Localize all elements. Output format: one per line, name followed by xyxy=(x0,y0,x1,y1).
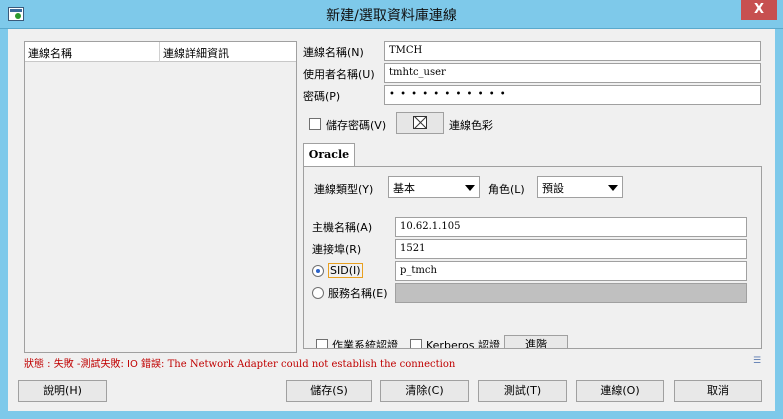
connection-list-header: 連線名稱 連線詳細資訊 xyxy=(25,42,296,62)
sid-label: SID(I) xyxy=(328,263,363,278)
role-label: 角色(L) xyxy=(488,183,525,196)
status-error-text: The Network Adapter could not establish … xyxy=(167,359,456,370)
cancel-button[interactable]: 取消 xyxy=(674,380,762,402)
column-header-name[interactable]: 連線名稱 xyxy=(28,45,72,61)
connection-list[interactable]: 連線名稱 連線詳細資訊 xyxy=(24,41,297,353)
color-picker-icon xyxy=(413,116,427,129)
hostname-label: 主機名稱(A) xyxy=(312,221,373,234)
help-button[interactable]: 說明(H) xyxy=(18,380,107,402)
menu-icon[interactable]: ☰ xyxy=(753,357,762,366)
connection-name-label: 連線名稱(N) xyxy=(303,46,364,59)
status-prefix: 狀態 : 失敗 -測試失敗: IO 錯誤: xyxy=(24,359,168,370)
kerberos-label: Kerberos 認證 xyxy=(426,339,500,349)
sid-radio[interactable] xyxy=(312,265,324,277)
test-button[interactable]: 測試(T) xyxy=(478,380,567,402)
username-label: 使用者名稱(U) xyxy=(303,68,375,81)
username-input[interactable]: tmhtc_user xyxy=(384,63,761,83)
connection-color-label: 連線色彩 xyxy=(449,119,493,132)
chevron-down-icon xyxy=(465,185,475,191)
role-select[interactable]: 預設 xyxy=(537,176,623,198)
column-header-details[interactable]: 連線詳細資訊 xyxy=(163,45,229,61)
service-name-label: 服務名稱(E) xyxy=(328,287,388,300)
password-input[interactable]: • • • • • • • • • • • xyxy=(384,85,761,105)
hostname-input[interactable]: 10.62.1.105 xyxy=(395,217,747,237)
close-button[interactable]: X xyxy=(741,0,777,20)
connection-color-button[interactable] xyxy=(396,112,444,134)
kerberos-checkbox[interactable] xyxy=(410,339,422,348)
save-password-checkbox[interactable] xyxy=(309,118,321,130)
oracle-tab-panel: 連線類型(Y) 基本 角色(L) 預設 主機名稱(A) 10.62.1.105 … xyxy=(303,166,762,349)
port-label: 連接埠(R) xyxy=(312,243,362,256)
title-bar: 新建/選取資料庫連線 X xyxy=(0,0,783,29)
window-title: 新建/選取資料庫連線 xyxy=(326,8,457,24)
connection-type-value: 基本 xyxy=(393,182,415,195)
os-auth-label: 作業系統認證 xyxy=(332,339,398,349)
save-button[interactable]: 儲存(S) xyxy=(286,380,372,402)
connection-type-label: 連線類型(Y) xyxy=(314,183,374,196)
chevron-down-icon xyxy=(608,185,618,191)
save-password-label: 儲存密碼(V) xyxy=(326,119,387,132)
window-frame-bottom xyxy=(0,411,783,419)
connection-name-input[interactable]: TMCH xyxy=(384,41,761,61)
service-name-radio[interactable] xyxy=(312,287,324,299)
os-auth-checkbox[interactable] xyxy=(316,339,328,348)
status-message: 狀態 : 失敗 -測試失敗: IO 錯誤: The Network Adapte… xyxy=(24,355,455,370)
advanced-button[interactable]: 進階 xyxy=(504,335,568,348)
service-name-input[interactable] xyxy=(395,283,747,303)
connection-type-select[interactable]: 基本 xyxy=(388,176,480,198)
window-frame-right xyxy=(775,29,783,419)
role-value: 預設 xyxy=(542,182,564,195)
sid-input[interactable]: p_tmch xyxy=(395,261,747,281)
tab-oracle[interactable]: Oracle xyxy=(303,143,355,167)
port-input[interactable]: 1521 xyxy=(395,239,747,259)
window-frame-left xyxy=(0,29,8,419)
password-label: 密碼(P) xyxy=(303,90,341,103)
clear-button[interactable]: 清除(C) xyxy=(380,380,469,402)
column-divider[interactable] xyxy=(159,42,160,62)
connect-button[interactable]: 連線(O) xyxy=(576,380,664,402)
